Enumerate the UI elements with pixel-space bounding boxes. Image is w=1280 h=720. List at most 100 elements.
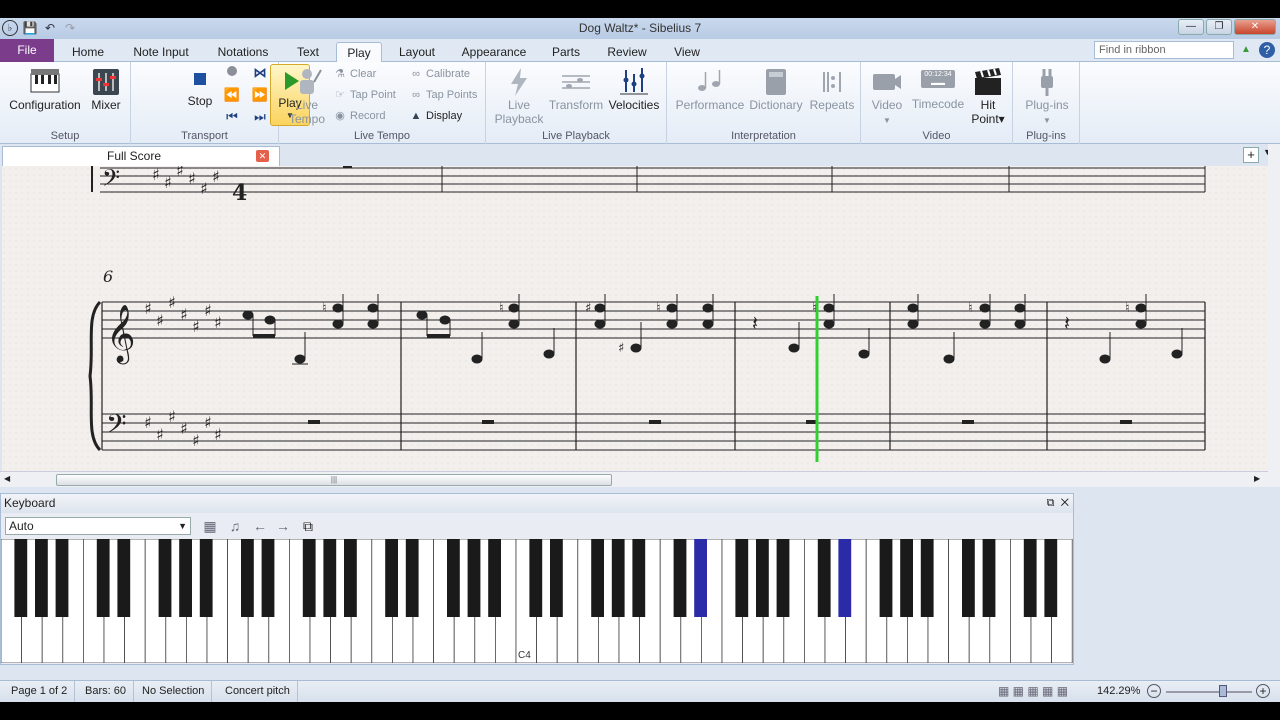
tab-note-input[interactable]: Note Input: [126, 42, 196, 62]
black-key[interactable]: [591, 539, 604, 617]
float-icon[interactable]: ⧉: [1047, 497, 1055, 509]
close-tab-icon[interactable]: ✕: [256, 150, 269, 162]
configuration-button[interactable]: Configuration: [6, 66, 84, 112]
stop-button[interactable]: Stop: [183, 70, 217, 108]
minimize-ribbon-icon[interactable]: ▲: [1241, 44, 1251, 55]
black-key[interactable]: [756, 539, 769, 617]
fast-forward-icon[interactable]: ⏩: [251, 86, 269, 104]
display-button[interactable]: ▲ Display: [409, 107, 463, 125]
fit-keyboard-icon[interactable]: ⧉: [298, 517, 318, 535]
scroll-left-icon[interactable]: ◀: [4, 474, 10, 483]
black-key[interactable]: [179, 539, 192, 617]
close-button[interactable]: ✕: [1234, 19, 1276, 35]
black-key[interactable]: [302, 539, 316, 617]
close-keyboard-icon[interactable]: ✕: [1061, 497, 1069, 509]
black-key[interactable]: [488, 539, 501, 617]
black-key[interactable]: [199, 539, 213, 617]
hit-point-button[interactable]: Hit Point▾: [967, 66, 1009, 126]
document-tab-full-score[interactable]: Full Score ✕: [2, 146, 280, 166]
new-tab-icon[interactable]: +: [1243, 147, 1259, 163]
black-key[interactable]: [96, 539, 110, 617]
black-key[interactable]: [1044, 539, 1058, 617]
tab-view[interactable]: View: [666, 42, 708, 62]
move-to-end-icon[interactable]: ⏭: [251, 108, 269, 126]
zoom-out-icon[interactable]: −: [1147, 684, 1161, 698]
status-concert-pitch[interactable]: Concert pitch: [218, 681, 298, 702]
black-key[interactable]: [529, 539, 543, 617]
tap-point-button[interactable]: ☞ Tap Point: [333, 86, 396, 104]
zoom-in-icon[interactable]: +: [1256, 684, 1270, 698]
black-key-highlighted[interactable]: [694, 539, 707, 617]
tab-play[interactable]: Play: [336, 42, 382, 62]
rewind-icon[interactable]: ⏪: [223, 86, 241, 104]
black-key[interactable]: [632, 539, 646, 617]
black-key[interactable]: [241, 539, 254, 617]
piano-keyboard[interactable]: C4: [1, 539, 1073, 663]
black-key[interactable]: [611, 539, 625, 617]
horizontal-scrollbar[interactable]: ◀ ||| ▶: [0, 471, 1268, 487]
timecode-button[interactable]: 00:12:34 ▬▬ Timecode: [909, 66, 967, 111]
tab-layout[interactable]: Layout: [392, 42, 442, 62]
replay-icon[interactable]: ⋈: [251, 64, 269, 82]
black-key[interactable]: [14, 539, 28, 617]
transform-button[interactable]: Transform: [548, 66, 604, 112]
black-key[interactable]: [817, 539, 831, 617]
find-in-ribbon-input[interactable]: Find in ribbon: [1094, 41, 1234, 59]
zoom-slider[interactable]: [1166, 691, 1252, 693]
help-icon[interactable]: ?: [1259, 42, 1275, 58]
video-button[interactable]: Video ▼: [867, 66, 907, 126]
black-key[interactable]: [900, 539, 913, 617]
clear-button[interactable]: ⚗ Clear: [333, 65, 376, 83]
zoom-slider-handle[interactable]: [1219, 685, 1227, 697]
black-key[interactable]: [982, 539, 996, 617]
black-key[interactable]: [673, 539, 687, 617]
maximize-button[interactable]: ❐: [1206, 19, 1232, 35]
scrollbar-thumb[interactable]: |||: [56, 474, 612, 486]
black-key[interactable]: [323, 539, 337, 617]
live-playback-button[interactable]: Live Playback: [494, 66, 544, 126]
arrow-right-icon[interactable]: →: [273, 517, 293, 535]
black-key[interactable]: [261, 539, 275, 617]
dictionary-button[interactable]: Dictionary: [747, 66, 805, 112]
record-icon[interactable]: [223, 64, 241, 82]
score-view[interactable]: 𝄢 ♯ ♯ ♯ ♯ ♯ ♯ 4 6 𝄞 𝄢 ♯ ♯ ♯ ♯ ♯ ♯ ♯ ♯ ♯ …: [2, 166, 1268, 471]
velocities-button[interactable]: Velocities: [606, 66, 662, 112]
view-mode-icons[interactable]: ▦ ▦ ▦ ▦ ▦: [998, 681, 1068, 702]
scroll-right-icon[interactable]: ▶: [1254, 474, 1260, 483]
note-input-icon[interactable]: ♫: [225, 517, 245, 535]
black-key[interactable]: [344, 539, 357, 617]
black-key[interactable]: [117, 539, 131, 617]
tab-appearance[interactable]: Appearance: [456, 42, 532, 62]
black-key[interactable]: [158, 539, 172, 617]
record-live-tempo-button[interactable]: ◉ Record: [333, 107, 385, 125]
black-key[interactable]: [920, 539, 934, 617]
black-key[interactable]: [1023, 539, 1037, 617]
tap-points-button[interactable]: ∞ Tap Points: [409, 86, 477, 104]
tab-notations[interactable]: Notations: [208, 42, 278, 62]
keyboard-layout-icon[interactable]: ▦: [200, 517, 220, 535]
mixer-button[interactable]: Mixer: [86, 66, 126, 112]
black-key[interactable]: [385, 539, 398, 617]
tab-review[interactable]: Review: [602, 42, 652, 62]
black-key[interactable]: [405, 539, 419, 617]
vertical-scrollbar[interactable]: [1268, 144, 1280, 487]
black-key[interactable]: [735, 539, 749, 617]
black-key[interactable]: [447, 539, 460, 617]
tab-text[interactable]: Text: [290, 42, 326, 62]
black-key[interactable]: [962, 539, 975, 617]
move-to-start-icon[interactable]: ⏮: [223, 108, 241, 126]
tab-home[interactable]: Home: [62, 42, 114, 62]
plugins-button[interactable]: Plug-ins ▼: [1019, 66, 1075, 126]
calibrate-button[interactable]: ∞ Calibrate: [409, 65, 470, 83]
arrow-left-icon[interactable]: ←: [250, 517, 270, 535]
minimize-button[interactable]: —: [1178, 19, 1204, 35]
black-key[interactable]: [550, 539, 563, 617]
black-key[interactable]: [776, 539, 790, 617]
black-key[interactable]: [55, 539, 69, 617]
black-key[interactable]: [467, 539, 481, 617]
black-key-highlighted[interactable]: [838, 539, 852, 617]
performance-button[interactable]: Performance: [675, 66, 745, 112]
keyboard-mode-select[interactable]: Auto ▼: [5, 517, 191, 535]
tab-parts[interactable]: Parts: [546, 42, 586, 62]
tab-file[interactable]: File: [0, 39, 54, 62]
